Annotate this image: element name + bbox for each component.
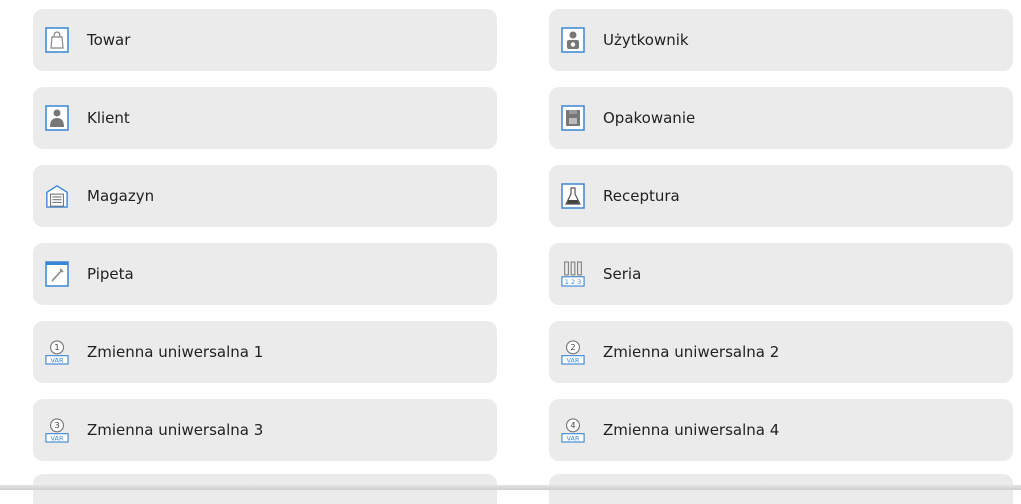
variable-4-icon: 4 VAR — [561, 416, 585, 444]
client-icon — [45, 104, 69, 132]
tile-zmienna-1[interactable]: 1 VAR Zmienna uniwersalna 1 — [33, 321, 497, 383]
tile-label: Pipeta — [87, 265, 134, 283]
variable-2-icon: 2 VAR — [561, 338, 585, 366]
var-badge: VAR — [51, 357, 64, 365]
var-number: 1 — [54, 342, 59, 352]
tile-label: Klient — [87, 109, 130, 127]
series-icon: 1 2 3 — [561, 260, 585, 288]
warehouse-icon — [45, 182, 69, 210]
tile-zmienna-3[interactable]: 3 VAR Zmienna uniwersalna 3 — [33, 399, 497, 461]
tile-label: Zmienna uniwersalna 2 — [603, 343, 780, 361]
var-number: 3 — [54, 420, 59, 430]
tile-label: Zmienna uniwersalna 1 — [87, 343, 264, 361]
pipette-icon — [45, 260, 69, 288]
var-number: 4 — [570, 420, 575, 430]
database-menu-grid: Towar Użytkownik Klient Opakowanie Magaz… — [33, 9, 1013, 461]
variable-3-icon: 3 VAR — [45, 416, 69, 444]
bottom-bar — [0, 485, 1021, 490]
tile-towar[interactable]: Towar — [33, 9, 497, 71]
tile-receptura[interactable]: Receptura — [549, 165, 1013, 227]
tile-label: Zmienna uniwersalna 4 — [603, 421, 780, 439]
tile-klient[interactable]: Klient — [33, 87, 497, 149]
tile-seria[interactable]: 1 2 3 Seria — [549, 243, 1013, 305]
tile-label: Receptura — [603, 187, 680, 205]
var-badge: VAR — [51, 435, 64, 443]
tile-pipeta[interactable]: Pipeta — [33, 243, 497, 305]
shopping-bag-icon — [45, 26, 69, 54]
packaging-icon — [561, 104, 585, 132]
var-badge: VAR — [567, 435, 580, 443]
series-digits: 1 2 3 — [565, 278, 581, 286]
tile-zmienna-2[interactable]: 2 VAR Zmienna uniwersalna 2 — [549, 321, 1013, 383]
tile-label: Opakowanie — [603, 109, 696, 127]
user-icon — [561, 26, 585, 54]
tile-uzytkownik[interactable]: Użytkownik — [549, 9, 1013, 71]
tile-label: Użytkownik — [603, 31, 689, 49]
tile-label: Towar — [87, 31, 131, 49]
flask-icon — [561, 182, 585, 210]
var-badge: VAR — [567, 357, 580, 365]
tile-opakowanie[interactable]: Opakowanie — [549, 87, 1013, 149]
tile-label: Seria — [603, 265, 642, 283]
tile-label: Magazyn — [87, 187, 155, 205]
tile-zmienna-4[interactable]: 4 VAR Zmienna uniwersalna 4 — [549, 399, 1013, 461]
variable-1-icon: 1 VAR — [45, 338, 69, 366]
var-number: 2 — [570, 342, 575, 352]
tile-label: Zmienna uniwersalna 3 — [87, 421, 264, 439]
tile-magazyn[interactable]: Magazyn — [33, 165, 497, 227]
